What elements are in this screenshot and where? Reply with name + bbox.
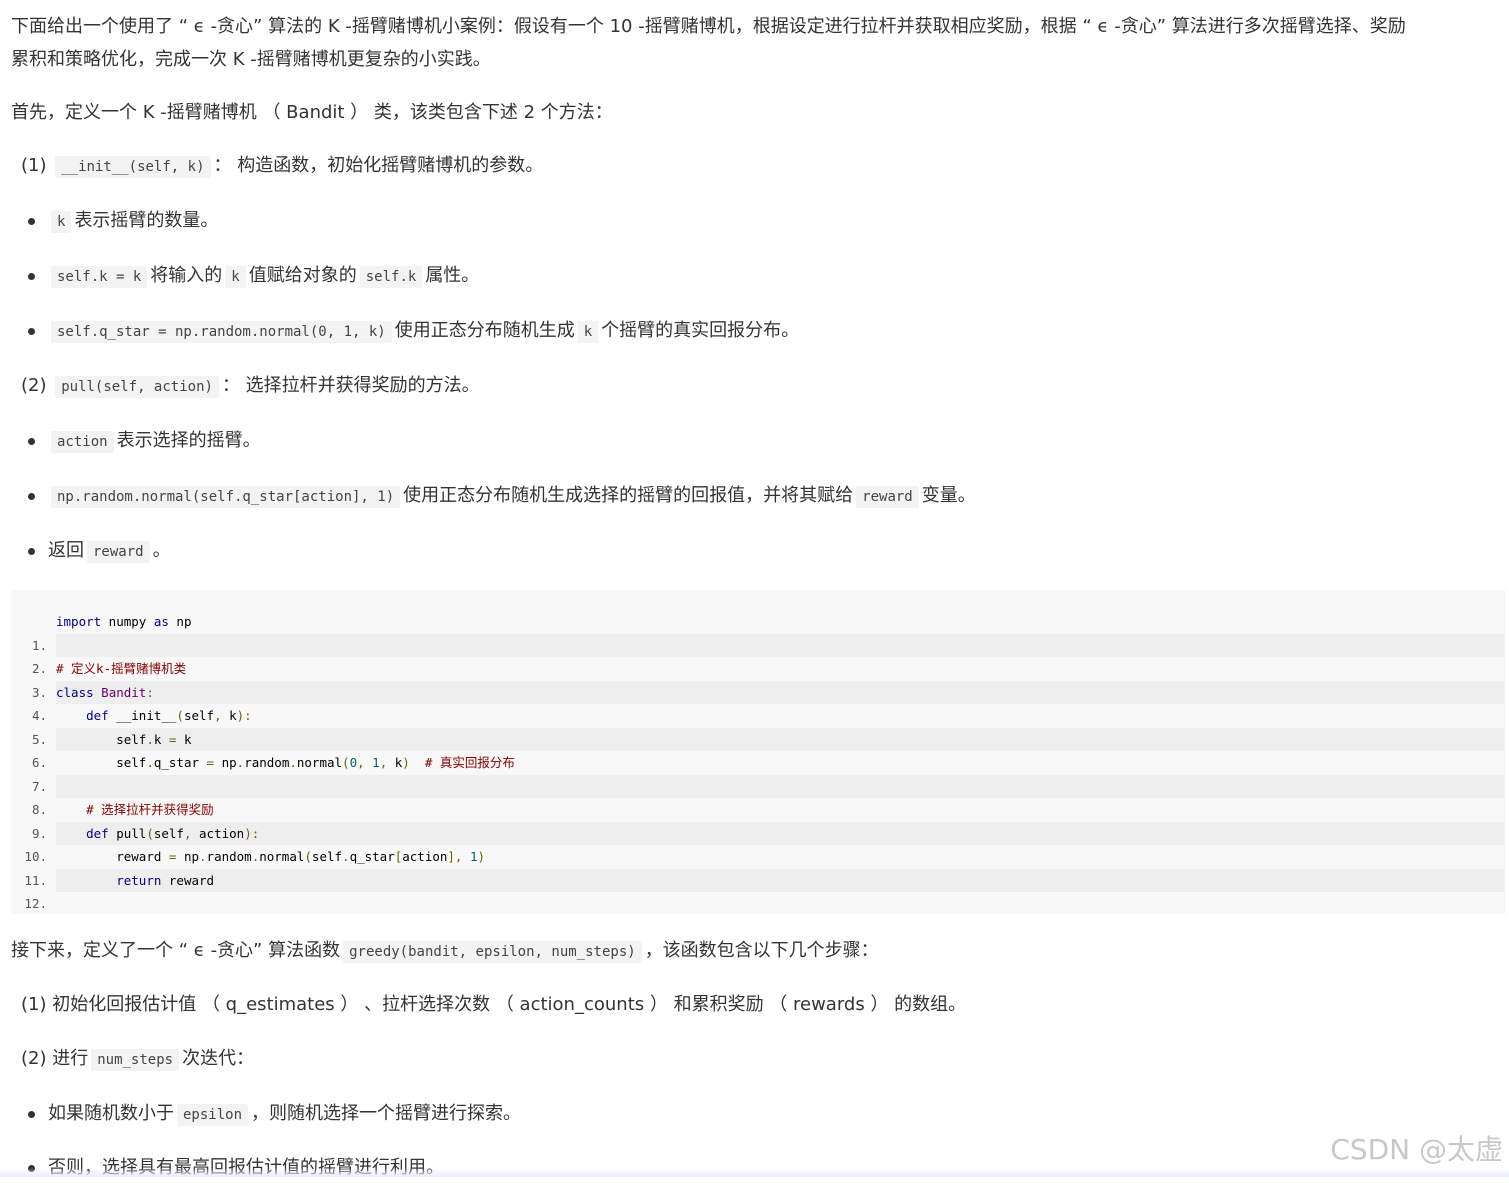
code-text: def pull(self, action):	[56, 821, 1504, 845]
method2-bullet-2: np.random.normal(self.q_star[action], 1)…	[48, 481, 976, 512]
inline-code: num_steps	[91, 1049, 180, 1071]
method1-bullet-1: k 表示摇臂的数量。	[48, 206, 218, 237]
code-text: def __init__(self, k):	[86, 708, 252, 723]
inline-code: reward	[856, 486, 919, 508]
inline-code: greedy(bandit, epsilon, num_steps)	[343, 941, 642, 963]
bullet-text: 如果随机数小于	[48, 1103, 174, 1124]
method1-bullet-2: self.k = k 将输入的 k 值赋给对象的 self.k 属性。	[48, 261, 479, 292]
method1-heading: (1) __init__(self, k)： 构造函数，初始化摇臂赌博机的参数。	[21, 151, 543, 182]
code-line: 5. def __init__(self, k):	[11, 704, 1504, 747]
bullet-text: 个摇臂的真实回报分布。	[601, 320, 800, 341]
step-text: (2) 进行	[21, 1048, 89, 1069]
code-line: 9. # 选择拉杆并获得奖励	[11, 798, 1504, 841]
inline-code: reward	[87, 541, 150, 563]
code-text	[56, 774, 1504, 798]
method2-bullet-1: action 表示选择的摇臂。	[48, 426, 261, 457]
code-text: # 选择拉杆并获得奖励	[86, 802, 214, 817]
bullet-text: 将输入的	[150, 265, 223, 286]
code-line: 8.	[11, 774, 1504, 817]
method1-prefix: (1)	[21, 155, 53, 176]
bullet-text: ，则随机选择一个摇臂进行探索。	[251, 1103, 522, 1124]
step-text: 次迭代：	[182, 1048, 255, 1069]
code-text: return reward	[56, 868, 1504, 892]
bullet-text: 使用正态分布随机生成	[394, 320, 575, 341]
line-number: 12.	[24, 896, 47, 911]
bullet-text: 值赋给对象的	[248, 265, 357, 286]
method1-suffix: ： 构造函数，初始化摇臂赌博机的参数。	[213, 155, 544, 176]
inline-code: k	[225, 266, 246, 288]
bullet-text: 返回	[48, 540, 84, 561]
code-line: 4. class Bandit:	[11, 680, 1504, 723]
step-2: (2) 进行 num_steps 次迭代：	[21, 1044, 254, 1075]
code-text: self.q_star = np.random.normal(0, 1, k) …	[116, 755, 515, 770]
bullet-dot	[28, 273, 35, 280]
code-line: 2.	[11, 633, 1504, 676]
bullet-dot	[28, 438, 35, 445]
code-line: 3. # 定义k-摇臂赌博机类	[11, 657, 1504, 700]
bottom-fade	[0, 1168, 1509, 1177]
code-text: import numpy as np	[56, 614, 192, 629]
bullet-text: 属性。	[425, 265, 480, 286]
method2-code: pull(self, action)	[55, 376, 219, 398]
bullet-dot	[28, 1111, 35, 1118]
section2-text: ，该函数包含以下几个步骤：	[644, 940, 879, 961]
section2-paragraph: 接下来，定义了一个 “ ϵ -贪心” 算法函数 greedy(bandit, ep…	[11, 934, 879, 969]
inline-code: action	[51, 431, 114, 453]
code-line: 12. return reward	[11, 868, 1504, 911]
section2-text: 接下来，定义了一个 “ ϵ -贪心” 算法函数	[11, 940, 341, 961]
inline-code: epsilon	[177, 1104, 249, 1126]
method2-bullet-3: 返回 reward。	[48, 536, 171, 567]
bullet-dot	[28, 218, 35, 225]
inline-code: np.random.normal(self.q_star[action], 1)	[51, 486, 401, 508]
method2-heading: (2) pull(self, action)： 选择拉杆并获得奖励的方法。	[21, 371, 480, 402]
inline-code: self.q_star = np.random.normal(0, 1, k)	[51, 321, 392, 343]
code-line: 10. def pull(self, action):	[11, 821, 1504, 864]
code-text: self.k = k	[56, 727, 1504, 751]
code-line: 11. reward = np.random.normal(self.q_sta…	[11, 845, 1504, 888]
bullet-text: 变量。	[921, 485, 976, 506]
method1-code: __init__(self, k)	[55, 156, 211, 178]
code-text: # 定义k-摇臂赌博机类	[56, 661, 187, 676]
bullet-dot	[28, 493, 35, 500]
bullet-text: 使用正态分布随机生成选择的摇臂的回报值，并将其赋给	[403, 485, 854, 506]
intro-line-2: 累积和策略优化，完成一次 K -摇臂赌博机更复杂的小实践。	[11, 49, 491, 70]
step2-bullet-1: 如果随机数小于 epsilon ，则随机选择一个摇臂进行探索。	[48, 1099, 521, 1130]
inline-code: k	[577, 321, 599, 343]
code-block[interactable]: 1. import numpy as np 2. 3. # 定义k-摇臂赌博机类…	[11, 590, 1506, 914]
inline-code: self.k = k	[51, 266, 148, 288]
code-line: 1. import numpy as np	[11, 610, 1504, 653]
bullet-dot	[28, 328, 35, 335]
section1-paragraph: 首先，定义一个 K -摇臂赌博机 （ Bandit ） 类，该类包含下述 2 个…	[11, 102, 613, 123]
bullet-text: 表示选择的摇臂。	[116, 430, 261, 451]
bullet-text: 表示摇臂的数量。	[74, 210, 219, 231]
method2-suffix: ： 选择拉杆并获得奖励的方法。	[221, 375, 480, 396]
step-1: (1) 初始化回报估计值 （ q_estimates ） 、拉杆选择次数 （ a…	[21, 994, 967, 1015]
inline-code: k	[51, 211, 72, 233]
bullet-text: 。	[152, 540, 171, 561]
code-line: 6. self.k = k	[11, 727, 1504, 770]
intro-line-1: 下面给出一个使用了 “ ϵ -贪心” 算法的 K -摇臂赌博机小案例：假设有一个…	[11, 16, 1406, 37]
method2-prefix: (2)	[21, 375, 53, 396]
bullet-dot	[28, 548, 35, 555]
method1-bullet-3: self.q_star = np.random.normal(0, 1, k) 使…	[48, 316, 799, 347]
code-text: class Bandit:	[56, 680, 1504, 704]
code-text: reward = np.random.normal(self.q_star[ac…	[116, 849, 486, 864]
code-line: 7. self.q_star = np.random.normal(0, 1, …	[11, 751, 1504, 794]
inline-code: self.k	[359, 266, 423, 288]
code-text	[56, 633, 1504, 657]
csdn-watermark: CSDN @太虚	[1330, 1133, 1503, 1166]
